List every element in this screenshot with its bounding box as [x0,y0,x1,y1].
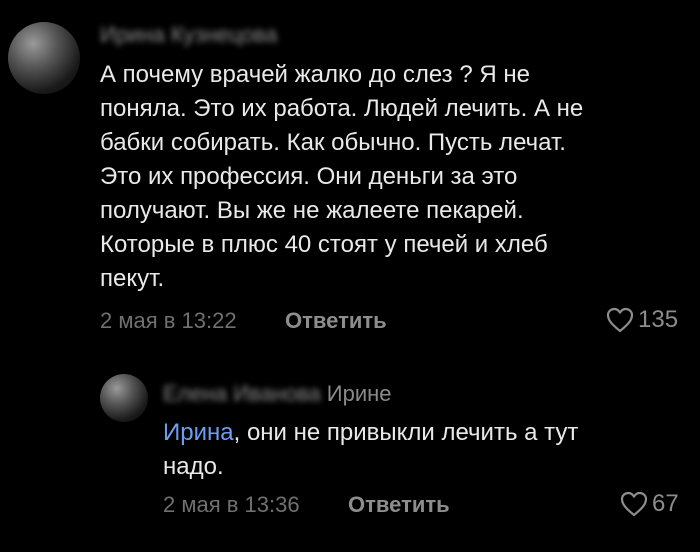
reply-button[interactable]: Ответить [285,308,387,334]
heart-outline-icon [606,307,634,333]
comment-text: А почему врачей жалко до слез ? Я не пон… [100,61,584,292]
reply-button[interactable]: Ответить [348,492,450,518]
comment-author[interactable]: Елена Иванова Ирине [163,381,392,407]
avatar[interactable] [8,22,80,94]
like-count: 67 [652,490,679,517]
heart-outline-icon [620,491,648,517]
author-name: Елена Иванова [163,381,321,406]
like-count: 135 [638,306,679,333]
comment-date: 2 мая в 13:36 [163,492,300,517]
like-button[interactable]: 67 [620,490,679,518]
comment-date: 2 мая в 13:22 [100,308,237,333]
reply-to-name: Ирине [326,381,392,406]
comment-text: Ирина, они не привыкли лечить а тут надо… [163,416,683,484]
like-button[interactable]: 135 [606,306,678,334]
comment-author[interactable]: Ирина Кузнецова [100,22,277,48]
author-name: Ирина Кузнецова [100,22,278,47]
mention-link[interactable]: Ирина [163,419,234,446]
avatar[interactable] [100,374,148,422]
